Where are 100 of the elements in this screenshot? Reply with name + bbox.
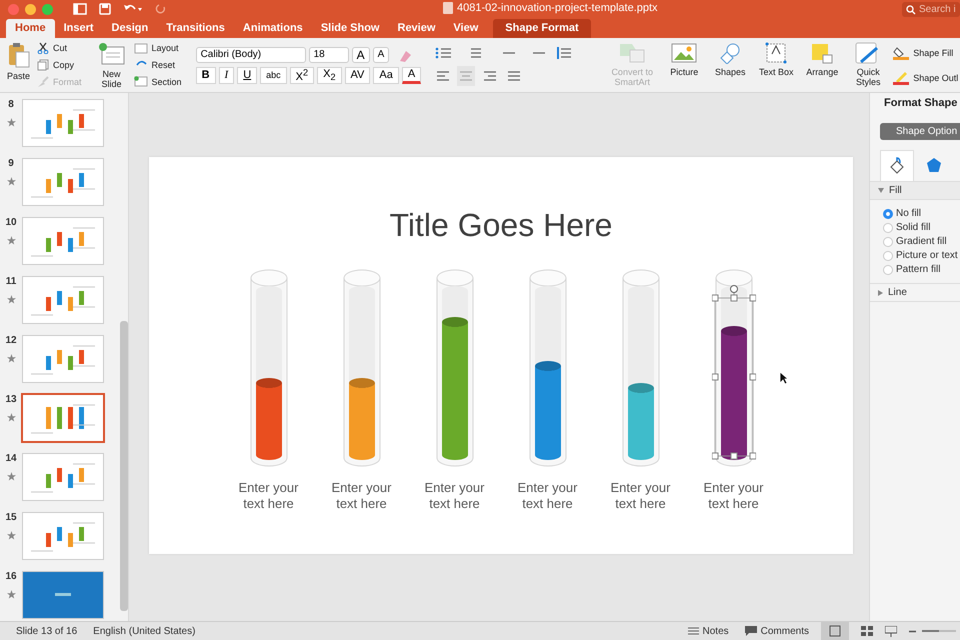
slide-thumbnail[interactable] xyxy=(22,512,104,560)
tube-label: Enter your text here xyxy=(424,480,486,512)
font-style-button[interactable]: AV xyxy=(344,66,370,84)
save-icon[interactable] xyxy=(99,3,111,15)
star-icon xyxy=(6,590,16,599)
zoom-out-icon[interactable] xyxy=(909,630,916,632)
paint-bucket-icon xyxy=(888,157,906,175)
tube-label: Enter your text here xyxy=(238,480,300,512)
new-slide-button[interactable]: New Slide xyxy=(94,38,130,92)
line-section-header[interactable]: Line xyxy=(870,283,960,302)
layout-icon xyxy=(134,76,148,88)
disclosure-icon xyxy=(878,290,883,296)
redo-icon[interactable] xyxy=(155,3,167,15)
insert-button[interactable]: Shapes xyxy=(707,38,754,92)
insert-button[interactable]: Picture xyxy=(661,38,708,92)
ribbon-tab[interactable]: Review xyxy=(388,19,444,38)
insert-button[interactable]: Arrange xyxy=(799,38,846,92)
slide-layout-button[interactable]: Reset xyxy=(132,59,184,70)
ribbon-tab[interactable]: Animations xyxy=(234,19,312,38)
font-style-button[interactable]: B xyxy=(196,66,216,84)
slide-title: Title Goes Here xyxy=(390,207,612,244)
font-style-button[interactable]: X$_{2}$ xyxy=(317,66,342,84)
text-box-icon xyxy=(765,42,788,64)
font-style-button[interactable]: U xyxy=(237,66,258,84)
slide-thumbnail[interactable] xyxy=(22,276,104,324)
notes-button[interactable]: Notes xyxy=(688,626,729,636)
slide-number: 16 xyxy=(5,571,17,582)
sidebar-icon[interactable] xyxy=(73,3,87,15)
star-icon xyxy=(6,177,16,186)
search-field[interactable]: Search i xyxy=(902,2,960,16)
slide-number: 14 xyxy=(5,453,17,464)
slide-thumbnail[interactable] xyxy=(22,217,104,265)
insert-button[interactable]: Quick Styles xyxy=(845,38,892,92)
radio-button[interactable] xyxy=(883,208,893,218)
clipboard-button[interactable]: Copy xyxy=(35,58,84,71)
ribbon-tab[interactable]: Insert xyxy=(54,19,103,38)
ribbon-tab[interactable]: Transitions xyxy=(157,19,234,38)
font-size-field[interactable]: 18 xyxy=(308,46,349,62)
shape-options-button[interactable]: Shape Option xyxy=(880,123,960,140)
window-title: 4081-02-innovation-project-template.pptx xyxy=(457,2,658,14)
pointer-icon xyxy=(779,371,789,385)
paste-button[interactable]: Paste xyxy=(4,38,34,92)
font-style-button[interactable]: X$^{2}$ xyxy=(290,66,314,84)
selection-handles[interactable] xyxy=(712,284,756,460)
font-name-field[interactable]: Calibri (Body) xyxy=(196,46,306,62)
star-icon xyxy=(6,354,16,363)
fill-line-tab[interactable] xyxy=(880,150,914,181)
radio-label: Solid fill xyxy=(896,222,930,233)
insert-button[interactable]: Text Box xyxy=(753,38,800,92)
radio-button[interactable] xyxy=(883,236,893,246)
radio-label: No fill xyxy=(896,208,922,219)
slide-layout-button[interactable]: Section xyxy=(132,76,184,88)
font-color-button[interactable]: A xyxy=(402,66,422,84)
star-icon xyxy=(6,295,16,304)
copy-icon xyxy=(37,58,50,71)
arrange-icon xyxy=(810,42,834,64)
slide-thumbnail[interactable] xyxy=(22,158,104,206)
presenter-icon[interactable] xyxy=(885,626,897,636)
paint-bucket-icon xyxy=(893,46,910,60)
shape-fill-button[interactable]: Shape Fill xyxy=(891,46,960,60)
radio-button[interactable] xyxy=(883,222,893,232)
slide-thumbnail[interactable] xyxy=(21,393,105,443)
comments-button[interactable]: Comments xyxy=(744,626,809,636)
grid-view-icon[interactable] xyxy=(861,626,873,636)
scrollbar-thumb[interactable] xyxy=(120,321,128,611)
star-icon xyxy=(6,118,16,127)
slide-layout-button[interactable]: Layout xyxy=(132,42,184,54)
clipboard-icon xyxy=(8,42,30,68)
slide-thumbnail[interactable] xyxy=(22,99,104,147)
slide-thumbnail[interactable] xyxy=(22,571,104,619)
font-style-button[interactable]: abc xyxy=(260,66,287,84)
slide-count: Slide 13 of 16 xyxy=(16,626,78,636)
font-style-button[interactable]: I xyxy=(218,66,234,84)
ribbon-tab[interactable]: Home xyxy=(6,19,55,38)
shape-outline-button[interactable]: Shape Outl xyxy=(891,70,960,84)
disclosure-icon xyxy=(878,188,884,193)
radio-button[interactable] xyxy=(883,250,893,260)
normal-view-icon[interactable] xyxy=(821,622,849,640)
clipboard-button[interactable]: Cut xyxy=(35,42,84,54)
ribbon-tab[interactable]: View xyxy=(444,19,488,38)
radio-label: Picture or text xyxy=(896,250,958,261)
font-style-button[interactable]: Aa xyxy=(373,66,399,84)
comment-icon xyxy=(744,626,757,636)
notes-icon xyxy=(688,626,699,636)
ribbon-tab[interactable]: Shape Format xyxy=(493,19,591,38)
tube-label: Enter your text here xyxy=(702,480,764,512)
radio-button[interactable] xyxy=(883,264,893,274)
ribbon-tab[interactable]: Design xyxy=(102,19,158,38)
slide-number: 13 xyxy=(5,394,17,405)
zoom-button[interactable] xyxy=(42,4,53,14)
shrink-font-button[interactable]: A xyxy=(372,46,390,62)
grow-font-button[interactable]: A xyxy=(352,46,370,62)
ribbon-tab[interactable]: Slide Show xyxy=(312,19,388,38)
minimize-button[interactable] xyxy=(25,4,36,14)
fill-section-header[interactable]: Fill xyxy=(870,181,960,200)
slide-thumbnail[interactable] xyxy=(22,453,104,501)
slide-thumbnail[interactable] xyxy=(22,335,104,383)
slide-number: 12 xyxy=(5,335,17,346)
tube-label: Enter your text here xyxy=(516,480,578,512)
language-label: English (United States) xyxy=(93,626,196,636)
